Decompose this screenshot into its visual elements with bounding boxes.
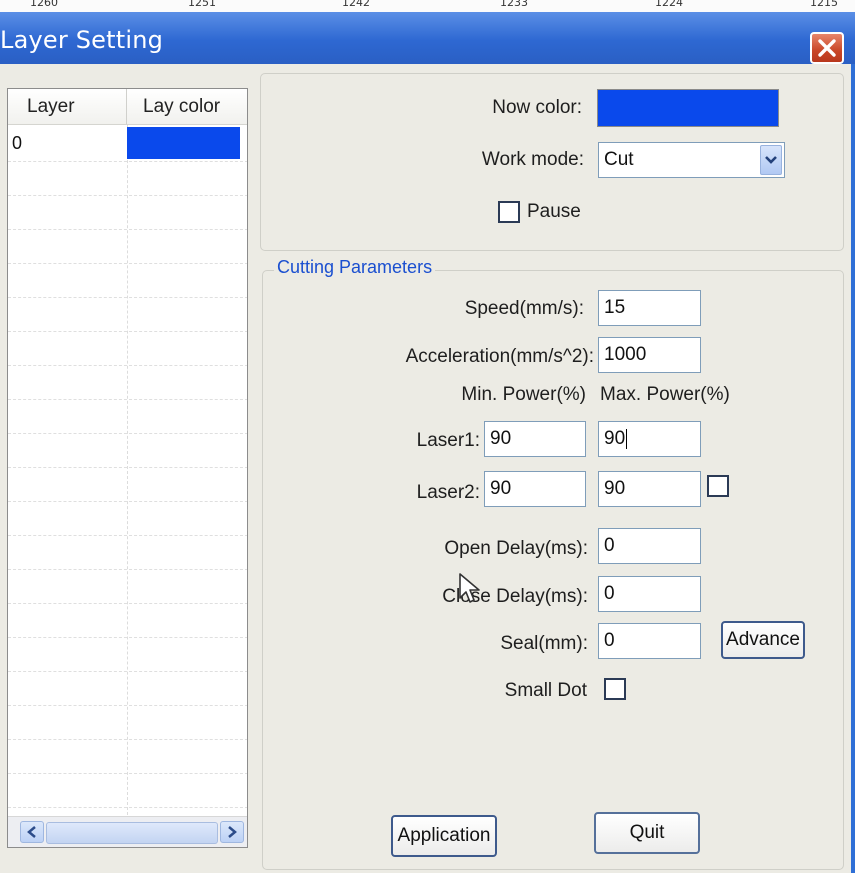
row-divider bbox=[8, 671, 247, 672]
row-divider bbox=[8, 331, 247, 332]
ruler-mark: 1224 bbox=[655, 0, 683, 9]
close-delay-input[interactable]: 0 bbox=[598, 576, 701, 612]
laser1-min-power-input[interactable]: 90 bbox=[484, 421, 586, 457]
chevron-right-icon bbox=[228, 826, 237, 838]
ruler-mark: 1233 bbox=[500, 0, 528, 9]
scroll-right-button[interactable] bbox=[220, 821, 244, 843]
work-mode-dropdown-button[interactable] bbox=[760, 145, 782, 175]
seal-input[interactable]: 0 bbox=[598, 623, 701, 659]
scrollbar-thumb[interactable] bbox=[46, 822, 218, 844]
now-color-label: Now color: bbox=[492, 97, 582, 118]
row-divider bbox=[8, 569, 247, 570]
chevron-left-icon bbox=[27, 826, 36, 838]
column-header-lay-color[interactable]: Lay color bbox=[127, 89, 247, 125]
dialog-titlebar[interactable]: Layer Setting bbox=[0, 12, 855, 64]
row-divider bbox=[8, 603, 247, 604]
seal-label: Seal(mm): bbox=[500, 633, 588, 654]
layer-row-name[interactable]: 0 bbox=[12, 126, 22, 160]
row-divider bbox=[8, 399, 247, 400]
application-button[interactable]: Application bbox=[391, 815, 497, 857]
max-power-header: Max. Power(%) bbox=[600, 384, 730, 405]
row-divider bbox=[8, 501, 247, 502]
small-dot-label: Small Dot bbox=[504, 680, 587, 701]
layer-list[interactable]: Layer Lay color 0 bbox=[7, 88, 248, 848]
cutting-parameters-title: Cutting Parameters bbox=[274, 257, 436, 278]
row-divider bbox=[8, 161, 247, 162]
work-mode-label: Work mode: bbox=[481, 149, 584, 170]
row-divider bbox=[8, 705, 247, 706]
acceleration-label: Acceleration(mm/s^2): bbox=[405, 346, 594, 367]
row-divider bbox=[8, 467, 247, 468]
close-delay-label: Close Delay(ms): bbox=[442, 586, 588, 607]
work-mode-select[interactable]: Cut bbox=[598, 142, 785, 178]
pause-label[interactable]: Pause bbox=[527, 201, 581, 223]
small-dot-checkbox[interactable] bbox=[604, 678, 626, 700]
min-power-header: Min. Power(%) bbox=[461, 384, 586, 405]
ruler-mark: 1260 bbox=[30, 0, 58, 9]
quit-button[interactable]: Quit bbox=[594, 812, 700, 854]
row-divider bbox=[8, 195, 247, 196]
mouse-pointer-icon bbox=[459, 573, 480, 603]
row-divider bbox=[8, 535, 247, 536]
column-header-layer[interactable]: Layer bbox=[8, 89, 127, 125]
text-caret bbox=[626, 428, 628, 449]
row-divider bbox=[8, 365, 247, 366]
laser2-label: Laser2: bbox=[416, 482, 480, 503]
laser1-max-power-value: 90 bbox=[604, 428, 626, 449]
chevron-down-icon bbox=[765, 156, 777, 164]
laser1-label: Laser1: bbox=[416, 430, 480, 451]
horizontal-scrollbar[interactable] bbox=[8, 816, 247, 847]
speed-input[interactable]: 15 bbox=[598, 290, 701, 326]
ruler-mark: 1251 bbox=[188, 0, 216, 9]
row-divider bbox=[8, 297, 247, 298]
laser2-min-power-input[interactable]: 90 bbox=[484, 471, 586, 507]
open-delay-label: Open Delay(ms): bbox=[444, 538, 588, 559]
advance-button[interactable]: Advance bbox=[721, 621, 805, 659]
ruler-mark: 1215 bbox=[810, 0, 838, 9]
row-divider bbox=[8, 229, 247, 230]
acceleration-input[interactable]: 1000 bbox=[598, 337, 701, 373]
row-divider bbox=[8, 433, 247, 434]
row-divider bbox=[8, 637, 247, 638]
dialog-body: Layer Lay color 0 Now color: Work mode: … bbox=[0, 64, 851, 873]
layer-row-color-swatch[interactable] bbox=[127, 127, 240, 159]
laser1-max-power-input[interactable]: 90 bbox=[598, 421, 701, 457]
speed-label: Speed(mm/s): bbox=[464, 298, 584, 319]
laser2-enable-checkbox[interactable] bbox=[707, 475, 729, 497]
close-icon bbox=[818, 39, 836, 57]
pause-checkbox[interactable] bbox=[498, 201, 520, 223]
close-button[interactable] bbox=[810, 32, 844, 64]
row-divider bbox=[8, 773, 247, 774]
open-delay-input[interactable]: 0 bbox=[598, 528, 701, 564]
row-divider bbox=[8, 807, 247, 808]
row-divider bbox=[8, 739, 247, 740]
background-ruler: 1260 1251 1242 1233 1224 1215 bbox=[0, 0, 855, 12]
dialog-title: Layer Setting bbox=[0, 26, 164, 54]
scroll-left-button[interactable] bbox=[20, 821, 44, 843]
laser2-max-power-input[interactable]: 90 bbox=[598, 471, 701, 507]
now-color-swatch[interactable] bbox=[597, 89, 779, 127]
row-divider bbox=[8, 263, 247, 264]
ruler-mark: 1242 bbox=[342, 0, 370, 9]
work-mode-value: Cut bbox=[604, 149, 634, 170]
